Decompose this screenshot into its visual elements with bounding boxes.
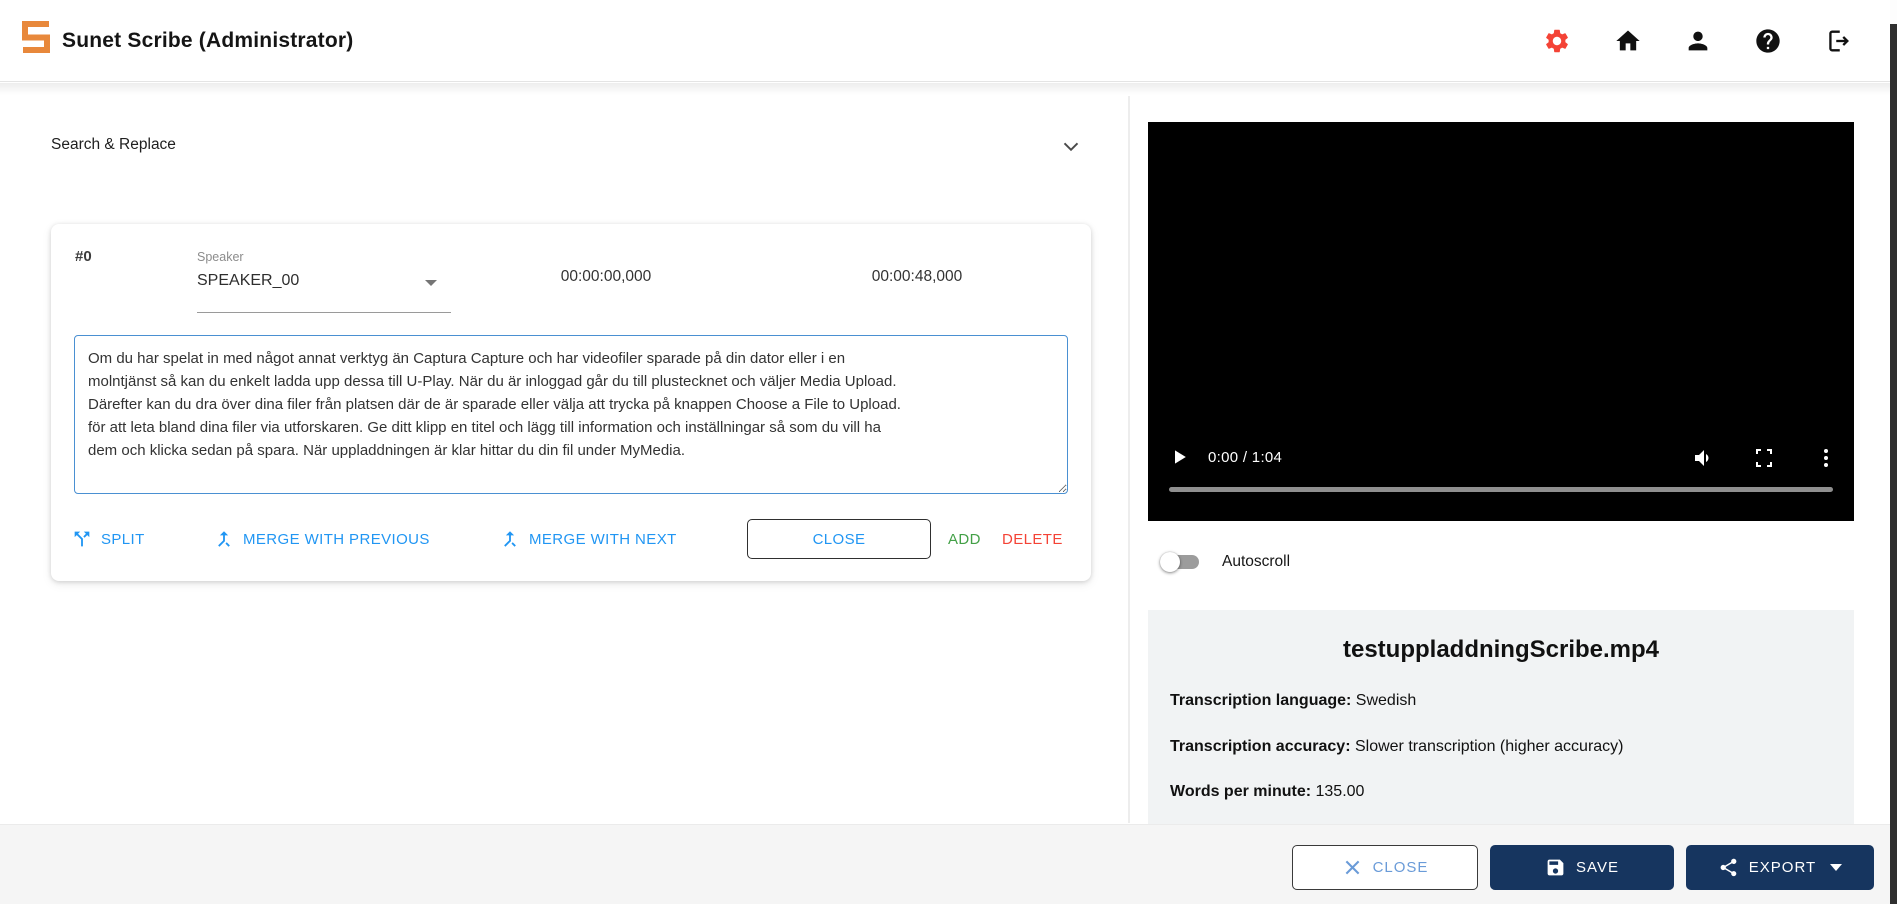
info-row-language: Transcription language: Swedish [1170, 692, 1416, 710]
split-label: SPLIT [101, 531, 145, 548]
home-icon[interactable] [1614, 27, 1642, 55]
accuracy-label: Transcription accuracy: [1170, 738, 1351, 755]
merge-up-icon [213, 528, 235, 550]
file-info-panel: testuppladdningScribe.mp4 Transcription … [1148, 610, 1854, 824]
add-label: ADD [948, 531, 981, 548]
export-button[interactable]: EXPORT [1686, 845, 1874, 890]
add-button[interactable]: ADD [948, 519, 981, 559]
chevron-down-icon[interactable] [1058, 133, 1084, 159]
toggle-thumb[interactable] [1160, 552, 1180, 572]
segment-text-input[interactable]: Om du har spelat in med något annat verk… [74, 335, 1068, 494]
save-button[interactable]: SAVE [1490, 845, 1674, 890]
wpm-value: 135.00 [1311, 783, 1364, 800]
header-shadow [0, 83, 1897, 95]
dropdown-arrow-icon[interactable] [425, 280, 437, 286]
segment-end-time[interactable]: 00:00:48,000 [837, 268, 997, 286]
volume-icon[interactable] [1692, 446, 1716, 470]
segment-actions-row: SPLIT MERGE WITH PREVIOUS MERGE WITH NEX… [51, 519, 1091, 559]
merge-with-previous-button[interactable]: MERGE WITH PREVIOUS [213, 519, 430, 559]
wpm-label: Words per minute: [1170, 783, 1311, 800]
logout-icon[interactable] [1824, 27, 1852, 55]
speaker-value: SPEAKER_00 [197, 272, 451, 290]
help-icon[interactable] [1754, 27, 1782, 55]
segment-close-label: CLOSE [813, 531, 866, 548]
speaker-underline [197, 312, 451, 313]
merge-previous-label: MERGE WITH PREVIOUS [243, 531, 430, 548]
language-label: Transcription language: [1170, 692, 1351, 709]
filename: testuppladdningScribe.mp4 [1148, 636, 1854, 664]
app-root: Sunet Scribe (Administrator) Search & Re… [0, 0, 1897, 904]
merge-down-icon [499, 528, 521, 550]
logo-icon [16, 17, 56, 57]
kebab-menu-icon[interactable] [1814, 446, 1838, 470]
pane-divider [1128, 96, 1130, 823]
delete-label: DELETE [1002, 531, 1063, 548]
language-value: Swedish [1351, 692, 1416, 709]
caret-down-icon[interactable] [1830, 864, 1842, 871]
video-player[interactable]: 0:00 / 1:04 [1148, 122, 1854, 521]
share-icon [1718, 857, 1739, 878]
video-time: 0:00 / 1:04 [1208, 449, 1282, 466]
footer-bar: CLOSE SAVE EXPORT [0, 824, 1897, 904]
settings-icon[interactable] [1543, 27, 1571, 55]
search-replace-label: Search & Replace [51, 136, 176, 154]
info-row-wpm: Words per minute: 135.00 [1170, 783, 1364, 801]
autoscroll-label: Autoscroll [1222, 551, 1290, 573]
page-title: Sunet Scribe (Administrator) [62, 0, 353, 82]
export-label: EXPORT [1749, 859, 1816, 876]
split-button[interactable]: SPLIT [71, 519, 145, 559]
merge-with-next-button[interactable]: MERGE WITH NEXT [499, 519, 677, 559]
footer-close-button[interactable]: CLOSE [1292, 845, 1478, 890]
save-icon [1545, 857, 1566, 878]
page-scrollbar [1890, 0, 1897, 904]
close-x-icon [1342, 857, 1363, 878]
video-progress-bar[interactable] [1169, 487, 1833, 492]
speaker-select[interactable]: Speaker SPEAKER_00 [197, 250, 451, 314]
merge-next-label: MERGE WITH NEXT [529, 531, 677, 548]
save-label: SAVE [1576, 859, 1619, 876]
split-icon [71, 528, 93, 550]
autoscroll-toggle[interactable] [1160, 551, 1204, 573]
search-replace-expander[interactable]: Search & Replace [0, 130, 1110, 166]
info-row-accuracy: Transcription accuracy: Slower transcrip… [1170, 738, 1624, 756]
scrollbar-thumb[interactable] [1890, 24, 1897, 904]
segment-start-time[interactable]: 00:00:00,000 [526, 268, 686, 286]
speaker-field-label: Speaker [197, 250, 451, 264]
delete-button[interactable]: DELETE [1002, 519, 1063, 559]
footer-close-label: CLOSE [1373, 859, 1429, 876]
top-bar: Sunet Scribe (Administrator) [0, 0, 1897, 82]
segment-card: #0 Speaker SPEAKER_00 00:00:00,000 00:00… [51, 224, 1091, 581]
accuracy-value: Slower transcription (higher accuracy) [1351, 738, 1624, 755]
fullscreen-icon[interactable] [1752, 446, 1776, 470]
user-icon[interactable] [1684, 27, 1712, 55]
play-icon[interactable] [1170, 447, 1190, 469]
segment-close-button[interactable]: CLOSE [747, 519, 931, 559]
segment-index: #0 [75, 248, 92, 265]
